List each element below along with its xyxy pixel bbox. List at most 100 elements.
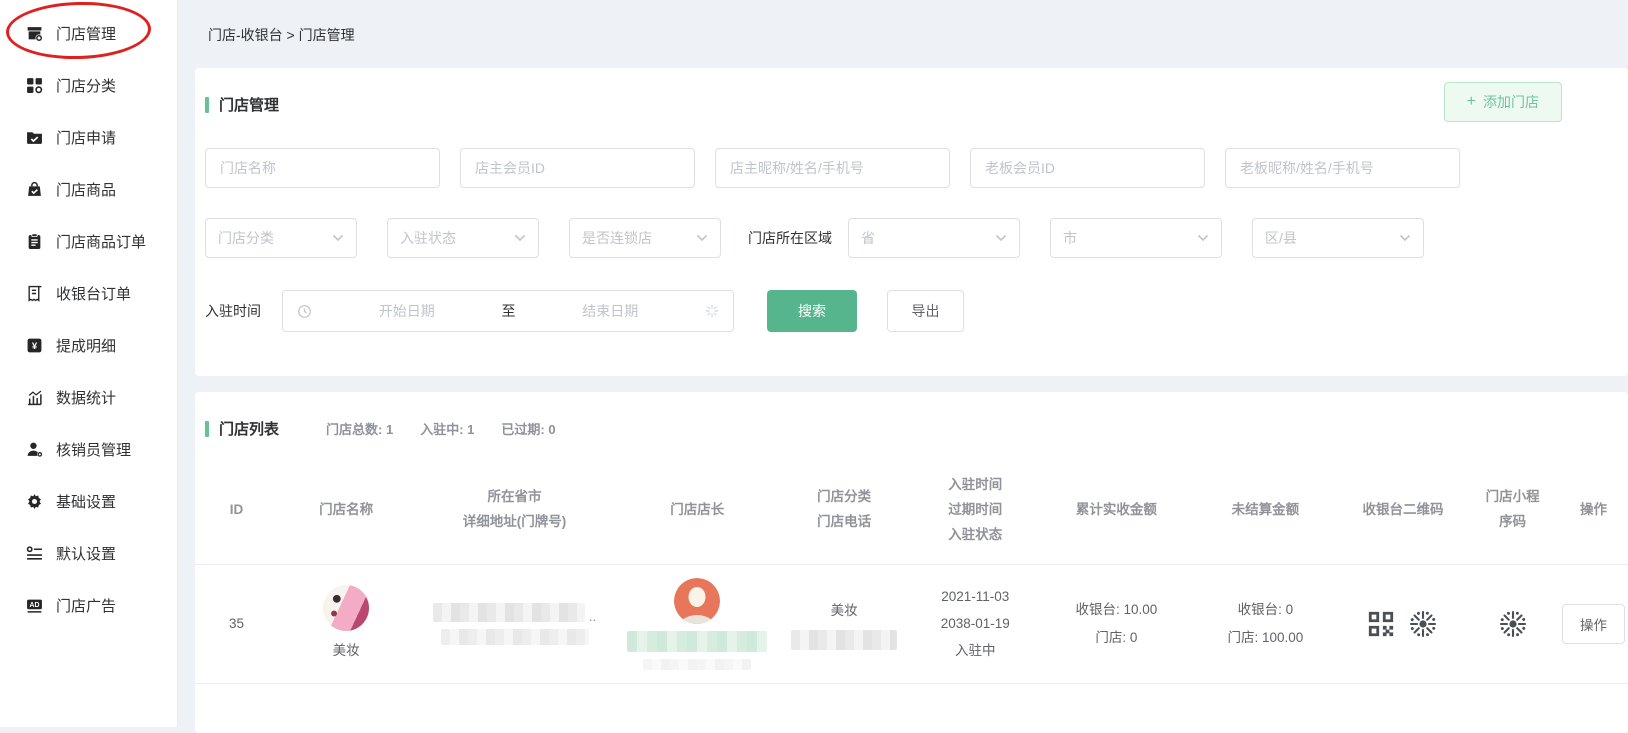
province-select[interactable]: 省 <box>848 218 1020 258</box>
chain-store-select[interactable]: 是否连锁店 <box>569 218 721 258</box>
sidebar-item-label: 提成明细 <box>56 335 116 356</box>
stat-active: 入驻中: 1 <box>420 419 474 438</box>
district-select[interactable]: 区/县 <box>1252 218 1424 258</box>
sidebar-item-store-category[interactable]: 门店分类 <box>0 59 177 111</box>
sidebar-item-store-goods[interactable]: 门店商品 <box>0 163 177 215</box>
svg-text:AD: AD <box>30 602 40 609</box>
filter-row-date: 入驻时间 开始日期 至 结束日期 搜索 导出 <box>205 290 1608 332</box>
qr-code-icon[interactable] <box>1367 610 1395 638</box>
search-button[interactable]: 搜索 <box>767 290 857 332</box>
cell-unsettled: 收银台: 0 门店: 100.00 <box>1191 597 1340 650</box>
sidebar-item-label: 基础设置 <box>56 491 116 512</box>
received-store: 门店: 0 <box>1095 625 1137 651</box>
title-accent-bar <box>205 97 209 113</box>
sidebar-item-store-management[interactable]: 门店管理 <box>0 7 177 59</box>
store-category-select[interactable]: 门店分类 <box>205 218 357 258</box>
col-unsettled: 未结算金额 <box>1191 498 1340 523</box>
sidebar-item-store-ads[interactable]: AD 门店广告 <box>0 579 177 631</box>
col-cashier-qr: 收银台二维码 <box>1340 498 1466 523</box>
start-date-placeholder[interactable]: 开始日期 <box>312 301 502 321</box>
col-id: ID <box>195 498 278 523</box>
redacted-manager-extra <box>643 659 751 670</box>
sidebar-item-label: 门店商品 <box>56 179 116 200</box>
sidebar-item-goods-orders[interactable]: 门店商品订单 <box>0 215 177 267</box>
chart-icon <box>26 389 43 406</box>
title-accent-bar <box>205 421 209 437</box>
main-content: 门店-收银台 > 门店管理 门店管理 + 添加门店 门店分类 入驻状态 <box>178 0 1628 727</box>
owner-nickname-input[interactable] <box>715 148 950 188</box>
miniprogram-code-icon[interactable] <box>1408 609 1438 639</box>
sidebar-item-label: 门店申请 <box>56 127 116 148</box>
chevron-down-icon <box>995 234 1007 242</box>
sidebar-item-label: 默认设置 <box>56 543 116 564</box>
boss-nickname-input[interactable] <box>1225 148 1460 188</box>
chevron-down-icon <box>1399 234 1411 242</box>
row-action-button[interactable]: 操作 <box>1562 604 1625 644</box>
chevron-down-icon <box>332 234 344 242</box>
select-placeholder: 市 <box>1063 228 1077 248</box>
date-separator: 至 <box>502 301 516 321</box>
sidebar-item-basic-settings[interactable]: 基础设置 <box>0 475 177 527</box>
stat-total: 门店总数: 1 <box>326 419 393 438</box>
col-address: 所在省市详细地址(门牌号) <box>414 485 615 535</box>
filter-card-title: 门店管理 <box>219 94 279 115</box>
filter-row-selects: 门店分类 入驻状态 是否连锁店 门店所在区域 省 市 区/县 <box>205 218 1608 258</box>
sidebar-item-commission-detail[interactable]: ¥ 提成明细 <box>0 319 177 371</box>
sidebar: 门店管理 门店分类 门店申请 门店商品 门店商品订单 收银台订单 ¥ 提成明细 … <box>0 0 178 727</box>
sidebar-item-data-statistics[interactable]: 数据统计 <box>0 371 177 423</box>
sidebar-item-store-application[interactable]: 门店申请 <box>0 111 177 163</box>
clipboard-icon <box>26 233 43 250</box>
svg-text:¥: ¥ <box>32 341 38 352</box>
sidebar-item-verifier-management[interactable]: 核销员管理 <box>0 423 177 475</box>
chevron-down-icon <box>1197 234 1209 242</box>
cell-category-phone: 美妆 <box>780 598 909 651</box>
gear-icon <box>26 493 43 510</box>
yen-icon: ¥ <box>26 337 43 354</box>
sidebar-item-default-settings[interactable]: 默认设置 <box>0 527 177 579</box>
unsettled-cashier: 收银台: 0 <box>1238 597 1294 623</box>
plus-icon: + <box>1467 94 1476 110</box>
sidebar-item-cashier-orders[interactable]: 收银台订单 <box>0 267 177 319</box>
category-text: 美妆 <box>831 598 858 624</box>
region-label: 门店所在区域 <box>748 228 832 248</box>
sidebar-item-label: 门店管理 <box>56 23 116 44</box>
sidebar-item-label: 收银台订单 <box>56 283 131 304</box>
breadcrumb: 门店-收银台 > 门店管理 <box>178 0 1628 45</box>
col-category-phone: 门店分类门店电话 <box>780 485 909 535</box>
owner-member-id-input[interactable] <box>460 148 695 188</box>
boss-member-id-input[interactable] <box>970 148 1205 188</box>
entry-time-label: 入驻时间 <box>205 301 261 321</box>
end-date-placeholder[interactable]: 结束日期 <box>516 301 706 321</box>
cell-action: 操作 <box>1559 604 1628 644</box>
date-range-input[interactable]: 开始日期 至 结束日期 <box>282 290 734 332</box>
status-text: 入驻中 <box>955 638 996 664</box>
select-placeholder: 门店分类 <box>218 228 274 248</box>
filter-card: 门店管理 + 添加门店 门店分类 入驻状态 是否连锁店 <box>195 68 1628 376</box>
entry-status-select[interactable]: 入驻状态 <box>387 218 539 258</box>
add-store-button[interactable]: + 添加门店 <box>1444 82 1562 122</box>
add-store-label: 添加门店 <box>1483 92 1539 112</box>
select-placeholder: 区/县 <box>1265 228 1297 248</box>
select-placeholder: 省 <box>861 228 875 248</box>
storefront-icon <box>26 25 43 42</box>
col-store-name: 门店名称 <box>278 498 414 523</box>
miniprogram-code-icon[interactable] <box>1498 609 1528 639</box>
city-select[interactable]: 市 <box>1050 218 1222 258</box>
cell-received: 收银台: 10.00 门店: 0 <box>1042 597 1191 650</box>
sidebar-item-label: 门店分类 <box>56 75 116 96</box>
export-button[interactable]: 导出 <box>887 290 964 332</box>
col-received: 累计实收金额 <box>1042 498 1191 523</box>
table-header: ID 门店名称 所在省市详细地址(门牌号) 门店店长 门店分类门店电话 入驻时间… <box>195 459 1628 564</box>
chevron-down-icon <box>514 234 526 242</box>
loading-spinner-icon <box>705 304 719 318</box>
col-miniprogram-code: 门店小程序码 <box>1466 485 1559 535</box>
sidebar-item-label: 门店商品订单 <box>56 231 146 252</box>
clock-icon <box>297 304 312 319</box>
list-settings-icon <box>26 545 43 562</box>
store-name-input[interactable] <box>205 148 440 188</box>
grid-icon <box>26 77 43 94</box>
cell-entry-status: 2021-11-03 2038-01-19 入驻中 <box>909 584 1042 663</box>
cell-miniprogram-code <box>1466 609 1559 639</box>
table-row: 35 美妆 .. 美妆 2021-11-03 2038-01-19 入 <box>195 564 1628 684</box>
select-placeholder: 入驻状态 <box>400 228 456 248</box>
